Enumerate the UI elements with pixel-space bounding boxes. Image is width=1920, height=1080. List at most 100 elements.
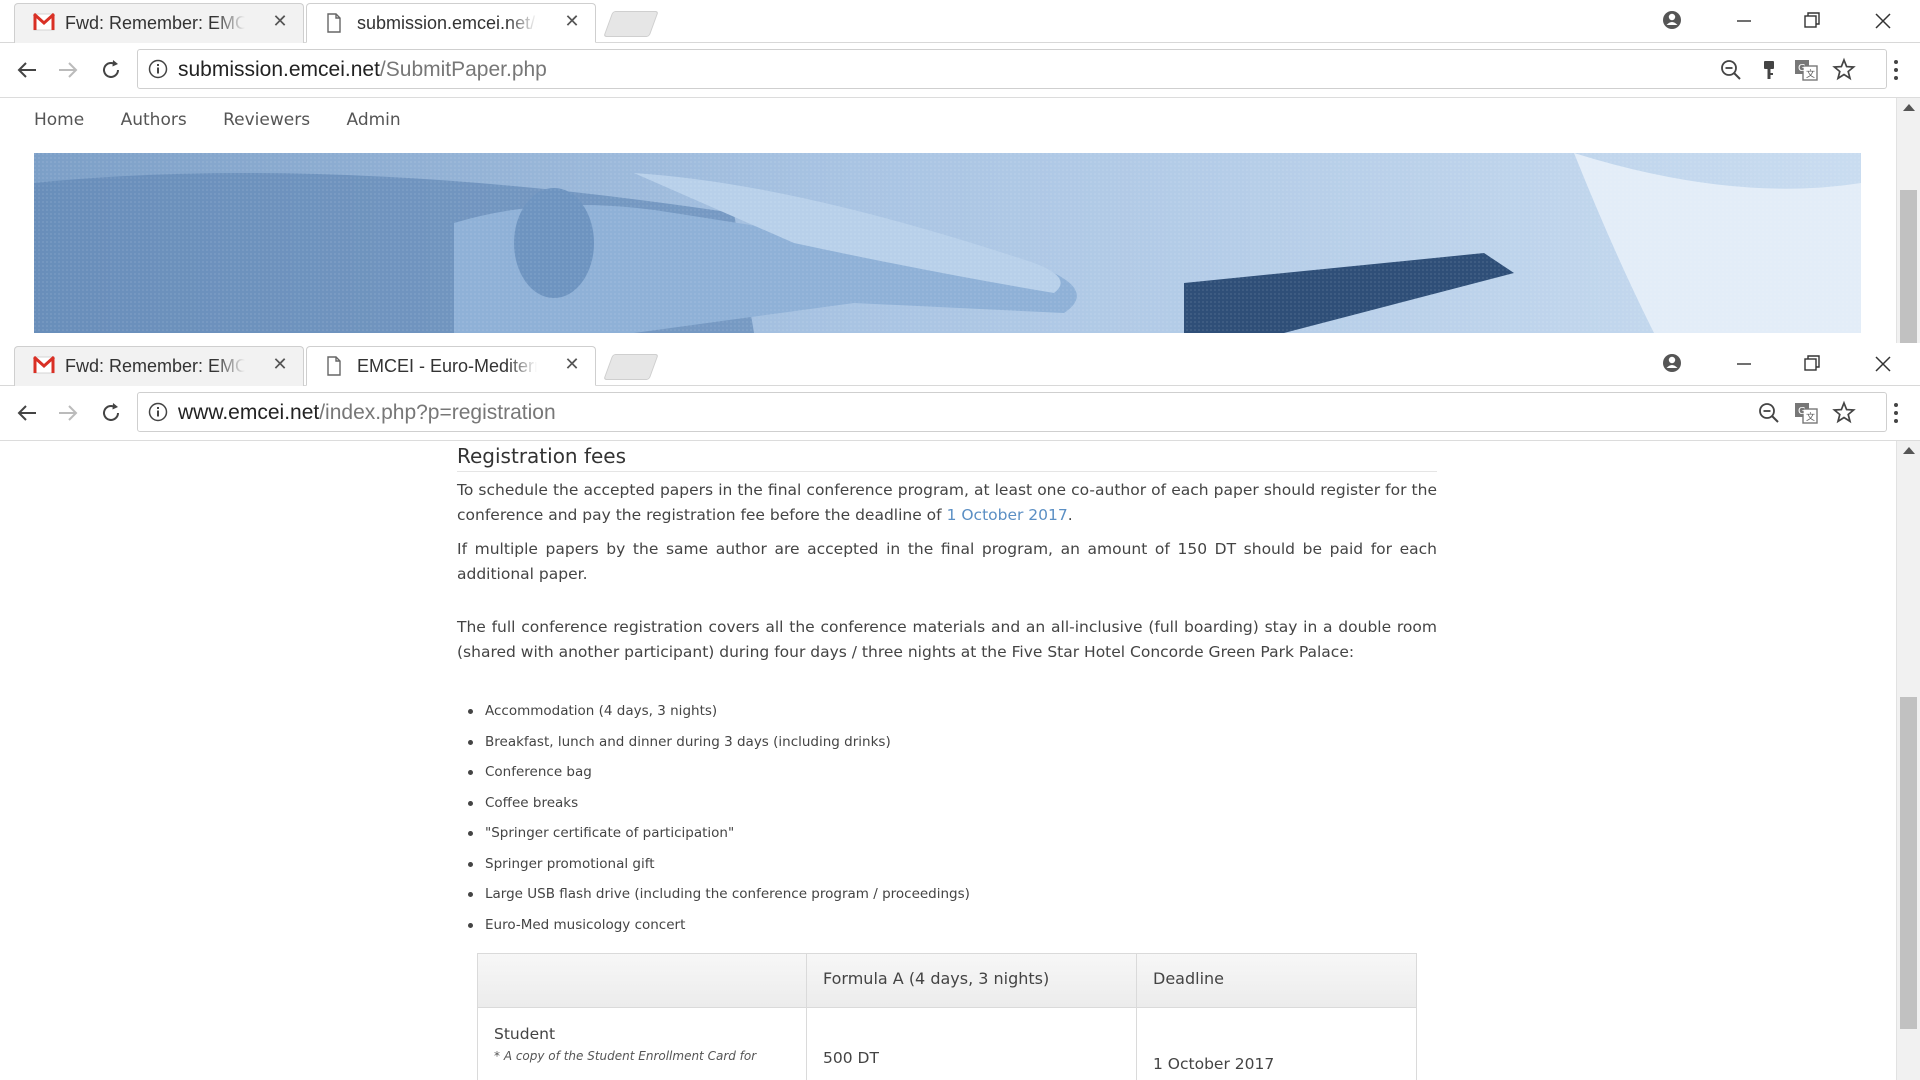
menu-icon[interactable]: [1886, 56, 1906, 86]
list-item: Large USB flash drive (including the con…: [468, 882, 970, 913]
translate-icon[interactable]: G文: [1793, 57, 1819, 83]
price-value: 500 DT: [823, 1049, 879, 1067]
reload-icon[interactable]: [96, 55, 126, 85]
list-item: Springer promotional gift: [468, 852, 970, 883]
tab-gmail[interactable]: Fwd: Remember: EMCEI-2017 ✕: [14, 3, 304, 43]
heading-divider: [457, 471, 1437, 472]
close-tab-icon[interactable]: ✕: [271, 13, 289, 31]
tab-title: Fwd: Remember: EMCEI-2017: [65, 356, 245, 377]
nav-link-admin[interactable]: Admin: [346, 110, 400, 130]
url-host: submission.emcei.net: [178, 58, 380, 81]
header-text: Formula A (4 days, 3 nights): [823, 969, 1050, 988]
svg-text:G: G: [1798, 406, 1806, 417]
scroll-thumb[interactable]: [1900, 697, 1917, 1029]
list-item: "Springer certificate of participation": [468, 821, 970, 852]
tab-strip: Fwd: Remember: EMCEI-2017 ✕ EMCEI - Euro…: [0, 343, 1920, 386]
bookmark-star-icon[interactable]: [1831, 57, 1857, 83]
tab-emcei[interactable]: EMCEI - Euro-Mediterranean ✕: [306, 346, 596, 386]
page-icon: [325, 356, 347, 376]
list-item: Breakfast, lunch and dinner during 3 day…: [468, 730, 970, 761]
forward-icon[interactable]: [53, 55, 83, 85]
reload-icon[interactable]: [96, 398, 126, 428]
tab-gmail[interactable]: Fwd: Remember: EMCEI-2017 ✕: [14, 346, 304, 386]
bookmark-star-icon[interactable]: [1831, 400, 1857, 426]
gmail-icon: [32, 355, 56, 376]
site-nav: Home Authors Reviewers Admin: [34, 110, 432, 130]
close-window-icon[interactable]: [1868, 8, 1898, 34]
deadline-value: 1 October 2017: [1153, 1055, 1275, 1073]
close-tab-icon[interactable]: ✕: [563, 13, 581, 31]
browser-window-top: Fwd: Remember: EMCEI-2017 ✕ submission.e…: [0, 0, 1920, 343]
svg-text:文: 文: [1806, 68, 1815, 80]
header-text: Deadline: [1153, 969, 1224, 988]
close-window-icon[interactable]: [1868, 351, 1898, 377]
browser-toolbar: submission.emcei.net/SubmitPaper.php G文: [0, 43, 1920, 98]
browser-window-bottom: Fwd: Remember: EMCEI-2017 ✕ EMCEI - Euro…: [0, 343, 1920, 1080]
profile-icon[interactable]: [1657, 8, 1687, 34]
translate-icon[interactable]: G文: [1793, 400, 1819, 426]
table-cell: 500 DT: [807, 1008, 1137, 1080]
address-bar[interactable]: submission.emcei.net/SubmitPaper.php G文: [137, 49, 1887, 89]
scrollbar-bottom[interactable]: [1896, 441, 1920, 1080]
tab-submission[interactable]: submission.emcei.net/SubmitPaper.php ✕: [306, 3, 596, 43]
svg-text:G: G: [1798, 63, 1806, 74]
new-tab-button[interactable]: [603, 11, 659, 37]
url-text: www.emcei.net/index.php?p=registration: [178, 401, 556, 425]
url-path: /SubmitPaper.php: [379, 58, 547, 81]
deadline-link[interactable]: 1 October 2017: [947, 506, 1068, 524]
minimize-icon[interactable]: [1729, 351, 1759, 377]
restore-icon[interactable]: [1797, 8, 1827, 34]
paragraph-multiple-papers: If multiple papers by the same author ar…: [457, 540, 1437, 583]
table-header-row: Formula A (4 days, 3 nights) Deadline: [477, 953, 1417, 1008]
table-cell: 1 October 2017: [1137, 1008, 1416, 1080]
minimize-icon[interactable]: [1729, 8, 1759, 34]
nav-link-home[interactable]: Home: [34, 110, 84, 130]
tab-title: EMCEI - Euro-Mediterranean: [357, 356, 537, 377]
category-label: Student: [494, 1025, 556, 1043]
table-header-cell: Deadline: [1137, 954, 1416, 1007]
gmail-icon: [32, 12, 56, 33]
category-note: * A copy of the Student Enrollment Card …: [494, 1049, 757, 1063]
url-path: /index.php?p=registration: [319, 401, 556, 424]
back-icon[interactable]: [12, 55, 42, 85]
list-item: Coffee breaks: [468, 791, 970, 822]
profile-icon[interactable]: [1657, 351, 1687, 377]
restore-icon[interactable]: [1797, 351, 1827, 377]
paragraph-schedule: To schedule the accepted papers in the f…: [457, 478, 1437, 528]
table-header-cell: [478, 954, 807, 1007]
list-item: Euro-Med musicology concert: [468, 913, 970, 944]
address-bar[interactable]: www.emcei.net/index.php?p=registration G…: [137, 392, 1887, 432]
key-icon[interactable]: [1756, 57, 1782, 83]
info-icon[interactable]: [148, 59, 168, 79]
forward-icon[interactable]: [53, 398, 83, 428]
browser-toolbar: www.emcei.net/index.php?p=registration G…: [0, 386, 1920, 441]
scroll-up-arrow-icon[interactable]: [1903, 447, 1915, 454]
table-header-cell: Formula A (4 days, 3 nights): [807, 954, 1137, 1007]
svg-text:文: 文: [1806, 411, 1815, 423]
nav-link-reviewers[interactable]: Reviewers: [223, 110, 310, 130]
page-viewport-bottom: Registration fees To schedule the accept…: [0, 441, 1920, 1080]
close-tab-icon[interactable]: ✕: [271, 356, 289, 374]
list-item: Conference bag: [468, 760, 970, 791]
nav-link-authors[interactable]: Authors: [121, 110, 187, 130]
scroll-thumb[interactable]: [1900, 190, 1917, 343]
menu-icon[interactable]: [1886, 399, 1906, 429]
paragraph-text: .: [1067, 506, 1073, 524]
scrollbar-top[interactable]: [1896, 98, 1920, 343]
zoom-icon[interactable]: [1718, 57, 1744, 83]
back-icon[interactable]: [12, 398, 42, 428]
list-item: Accommodation (4 days, 3 nights): [468, 699, 970, 730]
tab-strip: Fwd: Remember: EMCEI-2017 ✕ submission.e…: [0, 0, 1920, 43]
scroll-up-arrow-icon[interactable]: [1903, 104, 1915, 111]
url-host: www.emcei.net: [178, 401, 320, 424]
section-heading: Registration fees: [457, 444, 627, 468]
page-viewport-top: Home Authors Reviewers Admin: [0, 98, 1920, 343]
zoom-icon[interactable]: [1756, 400, 1782, 426]
tab-title: submission.emcei.net/SubmitPaper.php: [357, 13, 537, 34]
inclusions-list: Accommodation (4 days, 3 nights) Breakfa…: [468, 699, 970, 944]
paragraph-full-registration: The full conference registration covers …: [457, 618, 1437, 661]
info-icon[interactable]: [148, 402, 168, 422]
new-tab-button[interactable]: [603, 354, 659, 380]
close-tab-icon[interactable]: ✕: [563, 356, 581, 374]
header-banner-image: [34, 153, 1861, 333]
